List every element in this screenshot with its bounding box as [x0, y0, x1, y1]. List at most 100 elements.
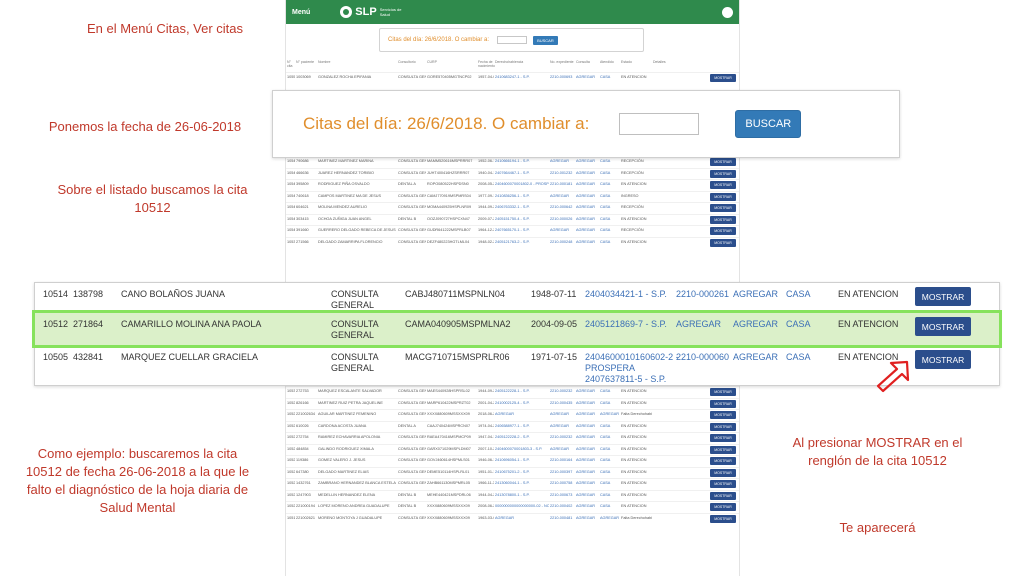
cell-c2[interactable]: CASA [599, 456, 620, 462]
cell-der[interactable]: AGREGAR [494, 514, 549, 520]
user-avatar-icon[interactable] [722, 6, 733, 18]
cell-der[interactable]: 2405151750-4 - S.P. [494, 215, 549, 221]
mostrar-button[interactable]: MOSTRAR [710, 388, 736, 396]
mostrar-button[interactable]: MOSTRAR [710, 204, 736, 212]
mostrar-button[interactable]: MOSTRAR [710, 227, 736, 235]
cell-c2[interactable]: CASA [599, 491, 620, 497]
cell-exp[interactable]: AGREGAR [549, 422, 575, 428]
cell-exp[interactable]: AGREGAR [549, 445, 575, 451]
cell-c2[interactable]: CASA [599, 399, 620, 405]
mostrar-button[interactable]: MOSTRAR [710, 514, 736, 523]
mostrar-button[interactable]: MOSTRAR [915, 287, 971, 306]
cell-der[interactable]: 2404034421-1 - S.P. [585, 289, 680, 300]
cell-exp[interactable]: AGREGAR [549, 192, 575, 198]
cell-der[interactable]: 2410675201-2 - S.P. [494, 468, 549, 474]
cell-der[interactable]: 2410683247-1 - S.P. [494, 73, 549, 79]
date-input[interactable] [619, 113, 700, 135]
mostrar-button[interactable]: MOSTRAR [710, 399, 736, 408]
cell-c1[interactable]: AGREGAR [575, 387, 599, 393]
cell-c1[interactable]: AGREGAR [575, 203, 599, 209]
cell-exp[interactable]: 2210-000397 [549, 468, 575, 474]
cell-c2[interactable]: CASA [599, 468, 620, 474]
cell-exp[interactable]: 2210-000261 [676, 289, 734, 300]
cell-c1[interactable]: AGREGAR [575, 192, 599, 198]
cell-exp[interactable]: 2210-000481 [549, 514, 575, 520]
cell-der[interactable]: AGREGAR [494, 410, 549, 416]
cell-exp[interactable]: 2210-000232 [549, 433, 575, 439]
cell-c2[interactable]: CASA [599, 479, 620, 485]
cell-der[interactable]: 2410836256-1 - S.P. [494, 192, 549, 198]
cell-c1[interactable]: AGREGAR [575, 73, 599, 79]
cell-c1[interactable]: AGREGAR [575, 226, 599, 232]
cell-exp[interactable]: 2210-000758 [549, 479, 575, 485]
cell-c1[interactable]: AGREGAR [575, 422, 599, 428]
cell-der[interactable]: 2405122228-2 - S.P. [494, 433, 549, 439]
cell-c1[interactable]: AGREGAR [575, 479, 599, 485]
cell-c2[interactable]: CASA [599, 215, 620, 221]
cell-c2[interactable]: CASA [599, 180, 620, 186]
cell-c1[interactable]: AGREGAR [575, 180, 599, 186]
cell-c1[interactable]: AGREGAR [575, 456, 599, 462]
mostrar-button[interactable]: MOSTRAR [710, 158, 736, 166]
cell-der[interactable]: 2407664467-1 - S.P. [494, 169, 549, 175]
cell-der[interactable]: 2413078800-1 - S.P. [494, 491, 549, 497]
cell-der[interactable]: 2410002125-4 - S.P. [494, 399, 549, 405]
cell-exp[interactable]: 2210-001232 [549, 169, 575, 175]
mostrar-button[interactable]: MOSTRAR [710, 503, 736, 511]
cell-c1[interactable]: AGREGAR [575, 433, 599, 439]
cell-der[interactable]: 2404600070001802-0 - PROSPERA [494, 180, 549, 186]
cell-der[interactable]: 0000000000000000000-02 - NO CUENTA [494, 502, 549, 508]
cell-der[interactable]: 2405121869-7 - S.P. [585, 319, 680, 330]
cell-der[interactable]: 2406763332-1 - S.P. [494, 203, 549, 209]
cell-c2[interactable]: CASA [786, 319, 826, 330]
cell-c1[interactable]: AGREGAR [575, 215, 599, 221]
mostrar-button[interactable]: MOSTRAR [710, 468, 736, 477]
cell-c1[interactable]: AGREGAR [575, 238, 599, 244]
cell-exp[interactable]: 2210-000232 [549, 387, 575, 393]
search-button[interactable]: BUSCAR [735, 110, 802, 138]
cell-c1[interactable]: AGREGAR [575, 468, 599, 474]
cell-c1[interactable]: AGREGAR [733, 352, 783, 363]
cell-c1[interactable]: AGREGAR [575, 399, 599, 405]
cell-c1[interactable]: AGREGAR [575, 502, 599, 508]
cell-exp[interactable]: 2210-000164 [549, 456, 575, 462]
cell-c1[interactable]: AGREGAR [575, 445, 599, 451]
cell-c2[interactable]: CASA [599, 433, 620, 439]
cell-c2[interactable]: AGREGAR [599, 410, 620, 416]
cell-c2[interactable]: CASA [599, 73, 620, 79]
cell-c1[interactable]: AGREGAR [575, 410, 599, 416]
cell-c1[interactable]: AGREGAR [733, 289, 783, 300]
cell-exp[interactable]: 2210-000402 [549, 502, 575, 508]
cell-c2[interactable]: CASA [599, 445, 620, 451]
cell-exp[interactable]: AGREGAR [549, 410, 575, 416]
cell-exp[interactable]: 2210-000435 [549, 399, 575, 405]
cell-c2[interactable]: CASA [599, 422, 620, 428]
cell-exp[interactable]: 2210-000673 [549, 491, 575, 497]
cell-der[interactable]: 2407665170-1 - S.P. [494, 226, 549, 232]
cell-der[interactable]: 2405121763-2 - S.P. [494, 238, 549, 244]
mostrar-button[interactable]: MOSTRAR [915, 317, 971, 336]
cell-der[interactable]: 2404600070001803-3 - S.P. [494, 445, 549, 451]
cell-c1[interactable]: AGREGAR [575, 491, 599, 497]
mostrar-button[interactable]: MOSTRAR [710, 181, 736, 189]
cell-exp[interactable]: 2210-000181 [549, 180, 575, 186]
mostrar-button[interactable]: MOSTRAR [710, 491, 736, 500]
cell-c2[interactable]: CASA [599, 226, 620, 232]
menu-label[interactable]: Menú [292, 9, 310, 16]
cell-c2[interactable]: CASA [786, 289, 826, 300]
mini-date-input[interactable] [497, 36, 528, 44]
cell-der[interactable]: 2410696054-1 - S.P. [494, 456, 549, 462]
cell-c2[interactable]: CASA [599, 169, 620, 175]
cell-c2[interactable]: CASA [599, 238, 620, 244]
cell-c2[interactable]: CASA [786, 352, 826, 363]
cell-der[interactable]: 2405122228-1 - S.P. [494, 387, 549, 393]
mostrar-button[interactable]: MOSTRAR [710, 192, 736, 201]
cell-c2[interactable]: CASA [599, 203, 620, 209]
mostrar-button[interactable]: MOSTRAR [710, 215, 736, 224]
mini-search-button[interactable]: BUSCAR [533, 35, 558, 45]
mostrar-button[interactable]: MOSTRAR [710, 445, 736, 454]
cell-exp[interactable]: 2210-000060 [676, 352, 734, 363]
cell-c1[interactable]: AGREGAR [575, 169, 599, 175]
cell-exp[interactable]: 2210-000026 [549, 215, 575, 221]
cell-der[interactable]: 2404600010160602-2 - PROSPERA 2407637811… [585, 352, 680, 385]
